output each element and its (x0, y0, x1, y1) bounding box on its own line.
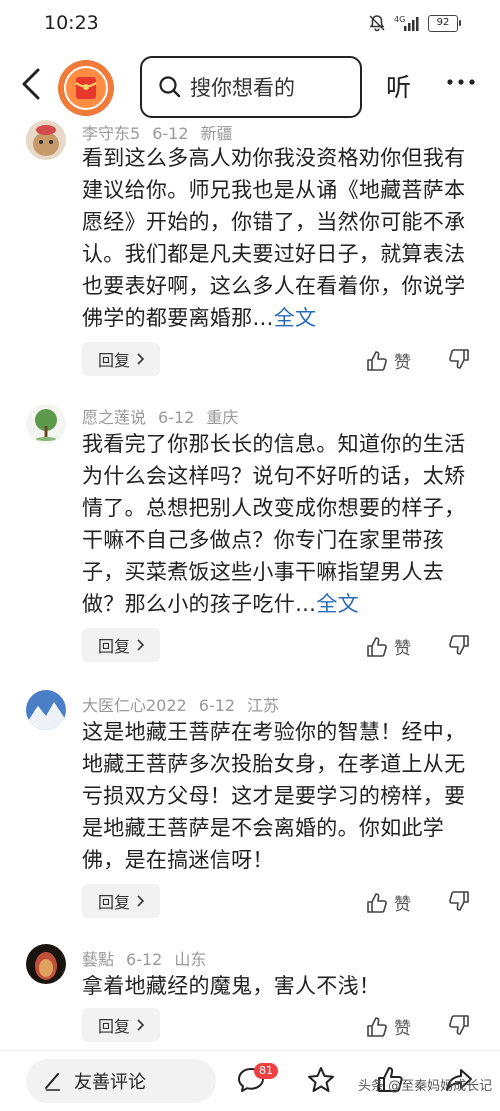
chevron-right-icon (137, 639, 144, 651)
comment-location: 新疆 (200, 124, 233, 143)
chevron-right-icon (137, 1019, 144, 1031)
comment-author[interactable]: 藝點 (82, 950, 114, 969)
bottom-bar: 友善评论 81 头条 @至秦妈妈成长记 (0, 1050, 500, 1111)
avatar[interactable] (26, 944, 66, 984)
search-input[interactable]: 搜你想看的 (140, 56, 362, 118)
mute-icon (369, 15, 385, 32)
reply-label: 回复 (97, 637, 130, 656)
status-icons: 4G 92 (368, 14, 461, 32)
watermark: 头条 @至秦妈妈成长记 (358, 1079, 493, 1094)
thumbs-up-icon (367, 892, 387, 913)
chevron-right-icon (137, 895, 144, 907)
avatar[interactable] (26, 120, 66, 160)
search-placeholder: 搜你想看的 (190, 76, 295, 100)
comment-location: 重庆 (206, 408, 239, 427)
comment-meta: 李守东5 6-12 新疆 (82, 120, 245, 144)
like-label: 赞 (394, 895, 411, 915)
pen-icon (45, 1073, 60, 1091)
reply-button[interactable]: 回复 (82, 628, 160, 662)
listen-button[interactable]: 听 (386, 68, 411, 104)
comment-date: 6-12 (126, 950, 163, 969)
comment-text: 拿着地藏经的魔鬼，害人不浅！ (82, 970, 478, 1002)
full-text-link[interactable]: 全文 (316, 592, 359, 616)
comment-author[interactable]: 愿之莲说 (82, 408, 146, 427)
chevron-left-icon[interactable] (18, 66, 44, 102)
reply-button[interactable]: 回复 (82, 342, 160, 376)
comment-placeholder: 友善评论 (74, 1072, 146, 1093)
signal-icon: 4G (394, 15, 419, 31)
comment-author[interactable]: 李守东5 (82, 124, 140, 143)
status-bar: 10:23 4G 92 (0, 0, 500, 52)
reply-button[interactable]: 回复 (82, 1008, 160, 1042)
comment-text: 看到这么多高人劝你我没资格劝你但我有建议给你。师兄我也是从诵《地藏菩萨本愿经》开… (82, 142, 478, 334)
battery-icon: 92 (428, 14, 461, 32)
comment-meta: 愿之莲说 6-12 重庆 (82, 404, 250, 428)
comment-meta: 大医仁心2022 6-12 江苏 (82, 692, 291, 716)
thumbs-down-icon[interactable] (448, 1014, 470, 1036)
reply-label: 回复 (97, 1017, 130, 1036)
avatar[interactable] (26, 404, 66, 444)
like-button[interactable]: 赞 (366, 1014, 411, 1039)
reply-button[interactable]: 回复 (82, 884, 160, 918)
comment-author[interactable]: 大医仁心2022 (82, 696, 187, 715)
like-label: 赞 (394, 639, 411, 659)
full-text-link[interactable]: 全文 (274, 306, 317, 330)
star-icon[interactable] (306, 1065, 336, 1095)
comment-date: 6-12 (198, 696, 236, 715)
comment-body: 这是地藏王菩萨在考验你的智慧！经中，地藏王菩萨多次投胎女身，在孝道上从无亏损双方… (82, 720, 466, 872)
status-time: 10:23 (44, 12, 99, 34)
thumbs-down-icon[interactable] (448, 890, 470, 912)
thumbs-down-icon[interactable] (448, 348, 470, 370)
like-button[interactable]: 赞 (366, 348, 411, 373)
reply-label: 回复 (97, 893, 130, 912)
comment-location: 山东 (174, 950, 207, 969)
like-button[interactable]: 赞 (366, 890, 411, 915)
avatar[interactable] (26, 690, 66, 730)
comment-input[interactable]: 友善评论 (26, 1059, 216, 1103)
more-dots-icon[interactable] (446, 72, 476, 92)
comment-date: 6-12 (152, 124, 189, 143)
reply-label: 回复 (97, 351, 130, 370)
like-label: 赞 (394, 1019, 411, 1039)
red-envelope-icon (64, 66, 108, 110)
comment-date: 6-12 (158, 408, 195, 427)
thumbs-down-icon[interactable] (448, 634, 470, 656)
search-icon (159, 76, 181, 98)
comment-body: 拿着地藏经的魔鬼，害人不浅！ (82, 974, 381, 998)
like-label: 赞 (394, 353, 411, 373)
comment-location: 江苏 (247, 696, 280, 715)
thumbs-up-icon (367, 636, 387, 657)
comment-meta: 藝點 6-12 山东 (82, 946, 218, 970)
comment-text: 这是地藏王菩萨在考验你的智慧！经中，地藏王菩萨多次投胎女身，在孝道上从无亏损双方… (82, 716, 478, 876)
thumbs-up-icon (367, 1016, 387, 1037)
network-label: 4G (394, 15, 405, 24)
thumbs-up-icon (367, 350, 387, 371)
chevron-right-icon (137, 353, 144, 365)
like-button[interactable]: 赞 (366, 634, 411, 659)
comment-body: 我看完了你那长长的信息。知道你的生活为什么会这样吗？说句不好听的话，太矫情了。总… (82, 432, 466, 616)
comment-text: 我看完了你那长长的信息。知道你的生活为什么会这样吗？说句不好听的话，太矫情了。总… (82, 428, 478, 620)
app-avatar[interactable] (58, 60, 114, 116)
header: 搜你想看的 听 (0, 52, 500, 118)
comment-count-badge: 81 (254, 1063, 278, 1079)
comment-body: 看到这么多高人劝你我没资格劝你但我有建议给你。师兄我也是从诵《地藏菩萨本愿经》开… (82, 146, 466, 330)
